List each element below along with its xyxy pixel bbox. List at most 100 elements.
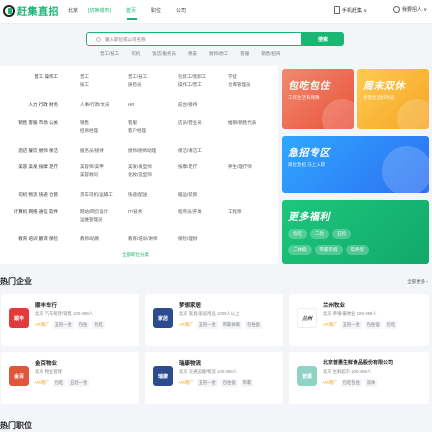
nav-active-indicator <box>127 18 137 20</box>
company-tag: VR看厂 <box>323 380 338 385</box>
company-card[interactable]: 普惠 北京普惠生鲜食品股份有限公司 北京 生鲜超市 100-499人 VR看厂 … <box>289 352 429 404</box>
category-item[interactable]: 质检员 <box>128 82 142 88</box>
banner-urgent-hiring[interactable]: 急招专区 岗位急招 马上入职 <box>282 136 429 193</box>
category-item[interactable]: 化妆/造型师 <box>128 172 152 178</box>
user-icon <box>393 6 400 13</box>
company-meta: 北京 养殖/畜牧业 100-499人 <box>323 311 377 316</box>
category-title[interactable]: 教育 培训 翻译 保险 <box>18 236 58 242</box>
hot-search-words: 普工/技工 司机 饭店/服务员 保安 厨师/厨工 客服 销售/招商 <box>100 51 293 57</box>
category-item[interactable]: 教师/助教 <box>80 236 99 242</box>
category-item[interactable]: 操作工/普工 <box>178 82 202 88</box>
category-title[interactable]: 销售 客服 市场 公关 <box>18 120 58 126</box>
category-item[interactable]: 前台/接待 <box>178 102 197 108</box>
category-item[interactable]: 美容顾问 <box>80 172 98 178</box>
hot-word[interactable]: 保安 <box>188 51 197 57</box>
hot-word[interactable]: 客服 <box>240 51 249 57</box>
post-job-link[interactable]: 我要招人 ∨ <box>393 6 427 13</box>
benefit-pill[interactable]: 包吃 <box>288 229 307 239</box>
nav-tab-home[interactable]: 首页 <box>126 7 136 14</box>
category-item[interactable]: 客户经理 <box>128 128 146 134</box>
category-item[interactable]: 程序员/开发 <box>178 209 202 215</box>
category-item[interactable]: 普工 <box>80 74 89 80</box>
hot-companies-more-link[interactable]: 全部更多 › <box>407 279 428 285</box>
company-tags: VR看厂 五险一金 带薪休假 包住宿 <box>179 321 262 329</box>
company-tags: VR看厂 包吃 五险一金 <box>35 379 90 387</box>
category-item[interactable]: 保洁/清洁工 <box>178 148 202 154</box>
category-row: 美容 美发 按摩 足疗 美容师/美甲 美发/发型师 按摩/足疗 养生/理疗师 美… <box>0 164 278 178</box>
mobile-app-link[interactable]: 手机赶集 ∨ <box>334 6 367 14</box>
company-meta: 北京 家具/家居用品 1000人以上 <box>179 311 240 316</box>
category-title[interactable]: 普工 操作工 <box>34 74 58 80</box>
category-title[interactable]: 人力 行政 财务 <box>29 102 59 108</box>
banner-board-lodging[interactable]: 包吃包住 工作生活有保障 <box>282 69 354 129</box>
category-item[interactable]: 美发/发型师 <box>128 164 152 170</box>
category-item[interactable]: HR <box>128 102 135 107</box>
company-card[interactable]: 瑞康 瑞康物流 北京 交通运输/物流 100-499人 VR看厂 五险一金 包住… <box>145 352 283 404</box>
category-item[interactable]: 美容师/美甲 <box>80 164 104 170</box>
benefit-pill[interactable]: 二休假 <box>288 245 312 255</box>
banner-weekend-off[interactable]: 周末双休 享受生活好时光 <box>357 69 429 129</box>
benefit-pill[interactable]: 二险 <box>310 229 329 239</box>
category-item[interactable]: 货车司机/运输工 <box>80 192 113 198</box>
company-card[interactable]: 家居 梦想家居 北京 家具/家居用品 1000人以上 VR看厂 五险一金 带薪休… <box>145 294 283 346</box>
company-card[interactable]: 兰州 兰州牧业 北京 养殖/畜牧业 100-499人 VR看厂 五险一金 包住宿… <box>289 294 429 346</box>
hot-word[interactable]: 司机 <box>131 51 140 57</box>
category-item[interactable]: 搬运/装卸 <box>178 192 197 198</box>
banner-more-benefits[interactable]: 更多福利 包吃 二险 五险 二休假 带薪年假 年终奖 <box>282 200 429 264</box>
category-item[interactable]: 技工 <box>80 82 89 88</box>
category-title[interactable]: 计算机 网络 通信 软件 <box>14 209 58 215</box>
hot-word[interactable]: 厨师/厨工 <box>209 51 228 57</box>
search-box <box>86 32 302 46</box>
category-item[interactable]: 服务员/接待 <box>80 148 104 154</box>
company-logo: 兰州 <box>297 308 317 328</box>
category-item[interactable]: 店员/营业员 <box>178 120 202 126</box>
category-item[interactable]: 包装工/装卸工 <box>178 74 206 80</box>
category-title[interactable]: 酒店 餐饮 厨师 保洁 <box>18 148 58 154</box>
category-item[interactable]: 人事/行政/文员 <box>80 102 110 108</box>
category-item[interactable]: 厨师/厨师助理 <box>128 148 156 154</box>
category-item[interactable]: IT/技术 <box>128 209 142 215</box>
banner-desc: 岗位急招 马上入职 <box>288 162 326 167</box>
hot-word[interactable]: 饭店/服务员 <box>152 51 176 57</box>
nav-tab-jobs[interactable]: 职位 <box>151 7 161 14</box>
category-item[interactable]: 仓库管理员 <box>228 82 251 88</box>
company-card[interactable]: 顺丰 顺丰车行 北京 汽车租赁/销售 100-499人 VR看厂 五险一金 包住… <box>1 294 139 346</box>
category-row: 教育 培训 翻译 保险 教师/助教 教育/培训/讲师 保险/理财 <box>0 236 278 250</box>
category-item[interactable]: 养生/理疗师 <box>228 164 252 170</box>
category-item[interactable]: 保险/理财 <box>178 236 197 242</box>
hot-companies-title: 热门企业 <box>0 277 32 286</box>
category-item[interactable]: 网站/网页设计 <box>80 209 108 215</box>
category-item[interactable]: 按摩/足疗 <box>178 164 197 170</box>
search-icon <box>96 37 101 42</box>
nav-tab-companies[interactable]: 公司 <box>176 7 186 14</box>
category-item[interactable]: 推销/销售代表 <box>228 120 256 126</box>
category-item[interactable]: 运维管理员 <box>80 217 103 223</box>
banner-desc: 工作生活有保障 <box>288 95 320 100</box>
category-item[interactable]: 招商经理 <box>80 128 98 134</box>
all-categories-link[interactable]: 全部职位分类 <box>122 252 149 258</box>
category-title[interactable]: 美容 美发 按摩 足疗 <box>18 164 58 170</box>
hot-word[interactable]: 普工/技工 <box>100 51 119 57</box>
category-item[interactable]: 普工/技工 <box>128 74 147 80</box>
search-button[interactable]: 搜索 <box>302 32 344 46</box>
search-input[interactable] <box>105 35 295 44</box>
company-tag: VR看厂 <box>179 380 194 385</box>
city-switch-link[interactable]: [切换城市] <box>88 7 111 14</box>
benefit-pill[interactable]: 年终奖 <box>345 245 369 255</box>
category-item[interactable]: 工程师 <box>228 209 242 215</box>
banner-decoration <box>397 99 429 129</box>
site-logo[interactable]: 赶集直招 <box>3 3 59 18</box>
category-item[interactable]: 快递/配送 <box>128 192 147 198</box>
benefit-pill[interactable]: 五险 <box>332 229 351 239</box>
company-tag: 五险一金 <box>196 379 218 387</box>
hot-word[interactable]: 销售/招商 <box>261 51 280 57</box>
category-item[interactable]: 客服 <box>128 120 137 126</box>
company-card[interactable]: 金百 金百物业 北京 物业管理 VR看厂 包吃 五险一金 <box>1 352 139 404</box>
benefit-pill[interactable]: 带薪年假 <box>314 245 343 255</box>
company-tag: 双休 <box>364 379 378 387</box>
category-item[interactable]: 学徒 <box>228 74 237 80</box>
category-title[interactable]: 司机 物流 快递 仓管 <box>18 192 58 198</box>
category-item[interactable]: 销售 <box>80 120 89 126</box>
top-bar: 赶集直招 北京 [切换城市] 首页 职位 公司 手机赶集 ∨ 我要招人 ∨ <box>0 0 432 24</box>
category-item[interactable]: 教育/培训/讲师 <box>128 236 158 242</box>
